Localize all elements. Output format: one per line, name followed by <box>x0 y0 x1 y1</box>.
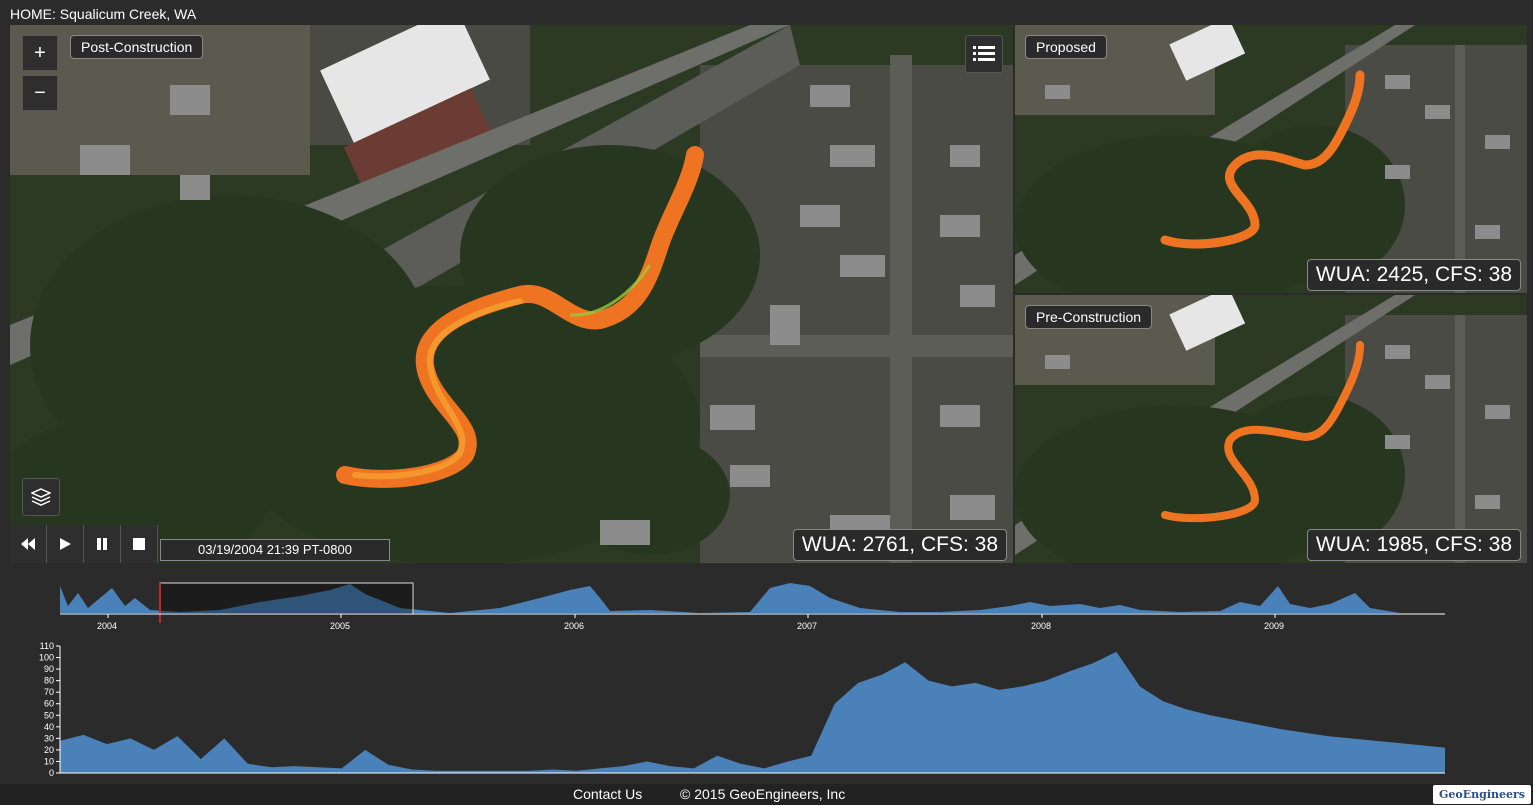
stat-pre-construction: WUA: 1985, CFS: 38 <box>1306 529 1521 561</box>
y-tick-label: 110 <box>40 641 54 651</box>
tick-label: 2008 <box>1031 621 1051 631</box>
overview-timeline-chart[interactable]: 2004 2005 2006 2007 2008 2009 <box>0 568 1533 638</box>
zoom-out-button[interactable]: − <box>22 75 58 111</box>
playback-controls <box>10 525 158 563</box>
map-label-post-construction: Post-Construction <box>70 35 204 59</box>
y-tick-label: 60 <box>44 699 54 709</box>
stop-icon <box>133 538 145 550</box>
tick-label: 2005 <box>330 621 350 631</box>
rewind-icon <box>21 538 35 550</box>
stop-button[interactable] <box>121 525 158 563</box>
tick-label: 2006 <box>564 621 584 631</box>
y-tick-label: 70 <box>44 687 54 697</box>
stat-post-construction: WUA: 2761, CFS: 38 <box>792 529 1007 561</box>
tick-label: 2007 <box>797 621 817 631</box>
play-icon <box>60 538 71 550</box>
tick-label: 2009 <box>1264 621 1284 631</box>
pause-button[interactable] <box>84 525 121 563</box>
y-tick-label: 50 <box>44 710 54 720</box>
copyright-text: © 2015 GeoEngineers, Inc <box>680 786 846 802</box>
y-tick-label: 0 <box>49 768 54 778</box>
layers-button[interactable] <box>22 478 60 516</box>
y-tick-label: 40 <box>44 722 54 732</box>
detail-area <box>60 651 1445 773</box>
legend-button[interactable] <box>965 35 1003 73</box>
aerial-imagery <box>10 25 1013 563</box>
contact-us-link[interactable]: Contact Us <box>573 786 642 802</box>
minus-icon: − <box>34 81 46 104</box>
brush-selection[interactable] <box>159 582 414 615</box>
page-title: HOME: Squalicum Creek, WA <box>10 6 197 22</box>
pre-construction-map[interactable]: Pre-Construction WUA: 1985, CFS: 38 <box>1015 295 1527 563</box>
map-label-proposed: Proposed <box>1025 35 1107 59</box>
detail-area-series <box>60 651 1445 773</box>
list-icon <box>973 46 995 61</box>
zoom-in-button[interactable]: + <box>22 35 58 71</box>
post-construction-map[interactable]: Post-Construction + − 03/19/2004 21:39 P… <box>10 25 1013 563</box>
play-button[interactable] <box>47 525 84 563</box>
y-tick-label: 30 <box>44 733 54 743</box>
y-tick-label: 90 <box>44 664 54 674</box>
tick-label: 2004 <box>97 621 117 631</box>
detail-y-ticks: 0 1020 3040 5060 7080 90100 110 <box>39 641 60 778</box>
aerial-imagery <box>1015 25 1527 293</box>
layers-icon <box>31 488 51 506</box>
rewind-button[interactable] <box>10 525 47 563</box>
y-tick-label: 100 <box>39 653 54 663</box>
overview-x-ticks: 2004 2005 2006 2007 2008 2009 <box>97 614 1284 631</box>
plus-icon: + <box>34 41 46 64</box>
proposed-map[interactable]: Proposed WUA: 2425, CFS: 38 <box>1015 25 1527 293</box>
footer: Contact Us © 2015 GeoEngineers, Inc GeoE… <box>0 784 1533 805</box>
geoengineers-logo[interactable]: GeoEngineers <box>1433 785 1531 804</box>
timestamp-display: 03/19/2004 21:39 PT-0800 <box>160 539 390 561</box>
map-label-pre-construction: Pre-Construction <box>1025 305 1153 329</box>
y-tick-label: 80 <box>44 676 54 686</box>
aerial-imagery <box>1015 295 1527 563</box>
detail-flow-chart[interactable]: 0 1020 3040 5060 7080 90100 110 <box>0 638 1533 783</box>
y-tick-label: 20 <box>44 745 54 755</box>
stat-proposed: WUA: 2425, CFS: 38 <box>1306 259 1521 291</box>
y-tick-label: 10 <box>44 756 54 766</box>
pause-icon <box>97 538 107 550</box>
